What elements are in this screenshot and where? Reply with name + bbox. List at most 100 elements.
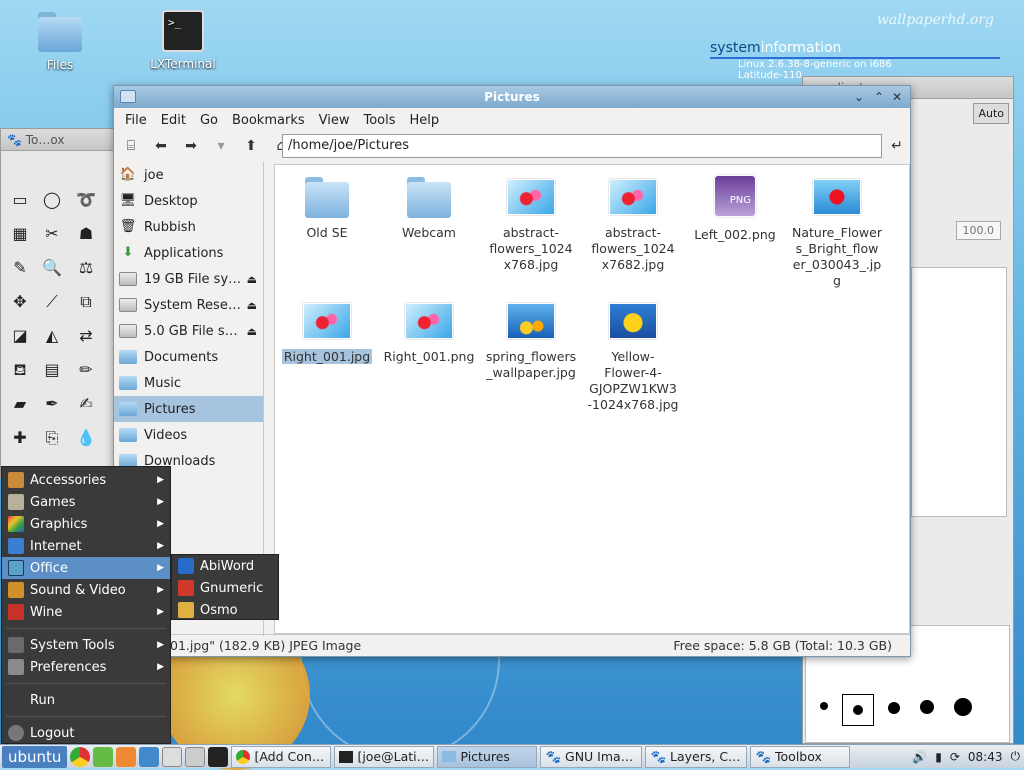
minimize-icon[interactable]: ⌄ [854,86,864,108]
menu-item-office[interactable]: Office ▶ [2,557,170,579]
sidebar-item-rubbish[interactable]: 🗑 Rubbish [114,214,263,240]
heal-tool-icon[interactable]: ✚ [7,425,33,451]
file-item[interactable]: spring_flowers _wallpaper.jpg [481,299,581,381]
back-icon[interactable]: ⬅ [150,135,172,157]
sidebar-item-joe[interactable]: 🏠 joe [114,162,263,188]
file-item[interactable]: Right_001.png [379,299,479,365]
maximize-icon[interactable]: ⌃ [874,86,884,108]
sidebar-item-desktop[interactable]: 🖥 Desktop [114,188,263,214]
rotate-tool-icon[interactable]: ◪ [7,323,33,349]
history-dropdown-icon[interactable]: ▾ [210,135,232,157]
pen-launcher-icon[interactable] [139,746,160,767]
volume-icon[interactable]: 🔊 [912,750,927,764]
menu-item-abiword[interactable]: AbiWord [172,555,278,577]
clock[interactable]: 08:43 [968,750,1003,764]
sync-icon[interactable]: ⟳ [950,750,960,764]
menu-item-sound-video[interactable]: Sound & Video ▶ [2,579,170,601]
task-chrome[interactable]: [Add Con… [231,745,332,768]
sidebar-item-applications[interactable]: ⬇ Applications [114,240,263,266]
ellipse-select-tool-icon[interactable]: ◯ [39,187,65,213]
measure-tool-icon[interactable]: ⚖ [73,255,99,281]
menu-item-wine[interactable]: Wine ▶ [2,601,170,623]
menu-edit[interactable]: Edit [154,113,193,128]
files-launcher-icon[interactable] [185,746,206,767]
menu-item-osmo[interactable]: Osmo [172,599,278,621]
task-terminal[interactable]: [joe@Lati… [334,745,435,768]
menu-item-accessories[interactable]: Accessories ▶ [2,469,170,491]
foreground-select-tool-icon[interactable]: ☗ [73,221,99,247]
sidebar-item-drive-5gb[interactable]: 5.0 GB File s… ⏏ [114,318,263,344]
text-editor-launcher-icon[interactable] [93,746,114,767]
crop-tool-icon[interactable]: ⧉ [73,289,99,315]
sidebar-item-music[interactable]: Music [114,370,263,396]
sidebar-item-drive-19gb[interactable]: 19 GB File sy… ⏏ [114,266,263,292]
auto-button[interactable]: Auto [973,103,1009,124]
forward-icon[interactable]: ➡ [180,135,202,157]
menu-bookmarks[interactable]: Bookmarks [225,113,312,128]
menu-go[interactable]: Go [193,113,225,128]
zoom-tool-icon[interactable]: 🔍 [39,255,65,281]
file-item[interactable]: Old SE [277,175,377,241]
rect-select-tool-icon[interactable]: ▭ [7,187,33,213]
notes-launcher-icon[interactable] [162,746,183,767]
task-toolbox[interactable]: 🐾 Toolbox [750,745,851,768]
flip-tool-icon[interactable]: ⇄ [73,323,99,349]
color-select-tool-icon[interactable]: ▦ [7,221,33,247]
menu-file[interactable]: File [118,113,154,128]
pencil-tool-icon[interactable]: ✏ [73,357,99,383]
start-menu-button[interactable]: ubuntu [2,745,68,768]
blend-tool-icon[interactable]: ▤ [39,357,65,383]
task-layers[interactable]: 🐾 Layers, C… [645,745,748,768]
opacity-spin[interactable]: 100.0 [955,221,1001,240]
chrome-launcher-icon[interactable] [70,746,91,767]
window-titlebar[interactable]: Pictures ⌄ ⌃ ✕ [114,86,910,108]
menu-item-internet[interactable]: Internet ▶ [2,535,170,557]
sidebar-item-system-reserved[interactable]: System Rese… ⏏ [114,292,263,318]
align-tool-icon[interactable]: ⟋ [39,289,65,315]
brush-dot[interactable] [954,698,972,716]
menu-item-graphics[interactable]: Graphics ▶ [2,513,170,535]
ink-tool-icon[interactable]: ✍ [73,391,99,417]
move-tool-icon[interactable]: ✥ [7,289,33,315]
task-pictures[interactable]: Pictures [437,745,538,768]
menu-item-run[interactable]: Run [2,689,170,711]
close-icon[interactable]: ✕ [892,86,902,108]
up-icon[interactable]: ⬆ [240,135,262,157]
menu-item-gnumeric[interactable]: Gnumeric [172,577,278,599]
power-icon[interactable]: ⏻ [1011,749,1021,764]
eraser-tool-icon[interactable]: ▰ [7,391,33,417]
new-tab-icon[interactable]: ⌸ [120,135,142,157]
smudge-tool-icon[interactable]: 💧 [73,425,99,451]
menu-tools[interactable]: Tools [356,113,402,128]
network-icon[interactable]: ▮ [935,750,942,764]
brush-dot[interactable] [853,705,863,715]
menu-item-logout[interactable]: Logout [2,722,170,744]
desktop-icon-files[interactable]: Files [15,12,105,72]
eject-icon[interactable]: ⏏ [247,273,257,286]
file-item[interactable]: Right_001.jpg [277,299,377,365]
file-item[interactable]: abstract- flowers_1024 x7682.jpg [583,175,683,273]
clone-tool-icon[interactable]: ⎘ [39,425,65,451]
file-item[interactable]: Nature_Flower s_Bright_flow er_030043_.j… [787,175,887,289]
file-item[interactable]: Webcam [379,175,479,241]
brush-dot[interactable] [920,700,934,714]
brush-dot[interactable] [820,702,828,710]
paint-launcher-icon[interactable] [116,746,137,767]
sidebar-item-pictures[interactable]: Pictures [114,396,263,422]
sidebar-item-documents[interactable]: Documents [114,344,263,370]
airbrush-tool-icon[interactable]: ✒ [39,391,65,417]
lasso-tool-icon[interactable]: ➰ [73,187,99,213]
file-item[interactable]: abstract- flowers_1024 x768.jpg [481,175,581,273]
eject-icon[interactable]: ⏏ [247,299,257,312]
file-item[interactable]: Yellow- Flower-4- GJOPZW1KW3 -1024x768.j… [583,299,683,413]
menu-item-system-tools[interactable]: System Tools ▶ [2,634,170,656]
paths-tool-icon[interactable]: ✎ [7,255,33,281]
terminal-launcher-icon[interactable] [208,746,229,767]
sidebar-item-videos[interactable]: Videos [114,422,263,448]
menu-item-games[interactable]: Games ▶ [2,491,170,513]
scissors-tool-icon[interactable]: ✂ [39,221,65,247]
desktop-icon-lxterminal[interactable]: >_ LXTerminal [138,10,228,71]
menu-help[interactable]: Help [403,113,447,128]
shear-tool-icon[interactable]: ◭ [39,323,65,349]
menu-view[interactable]: View [312,113,357,128]
